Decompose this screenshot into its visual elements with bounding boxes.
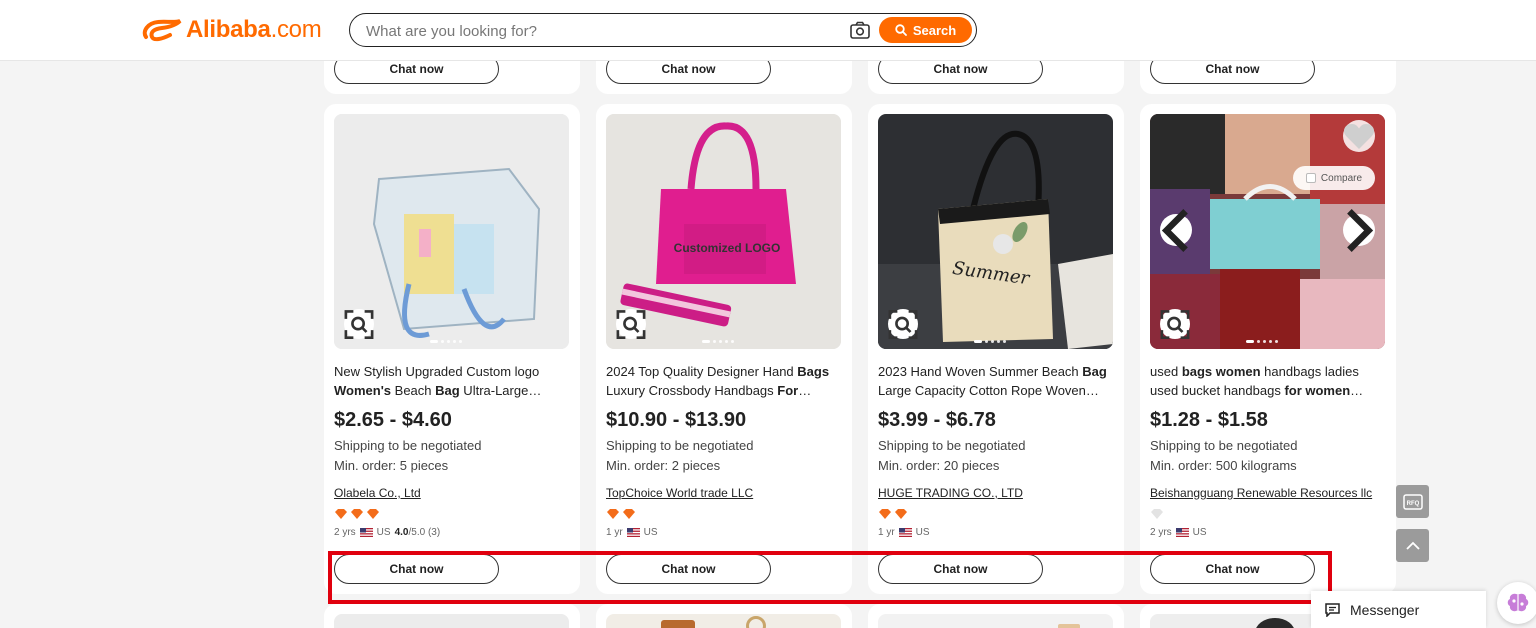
min-order: Min. order: 500 kilograms	[1150, 458, 1297, 473]
product-image[interactable]	[878, 614, 1113, 628]
search-bar: Search	[349, 13, 977, 47]
rating-value: 4.0	[394, 527, 409, 538]
supplier-country: US	[1192, 527, 1207, 538]
product-card-next[interactable]	[868, 604, 1124, 628]
product-image[interactable]: Customized LOGO	[606, 114, 841, 349]
product-image[interactable]	[606, 614, 841, 628]
brain-icon	[1507, 593, 1529, 612]
min-order: Min. order: 20 pieces	[878, 458, 1000, 473]
supplier-rating: 4.0/5.0 (3)	[395, 527, 441, 538]
chevron-up-icon	[1405, 541, 1420, 550]
product-card[interactable]: New Stylish Upgraded Custom logo Women's…	[324, 104, 580, 594]
rfq-label: RFQ	[1406, 501, 1419, 507]
supplier-meta: 1 yr US	[606, 527, 658, 538]
highlight-box	[328, 551, 1332, 604]
message-icon	[1325, 602, 1340, 617]
image-search-icon[interactable]	[616, 309, 646, 339]
us-flag-icon	[898, 528, 912, 537]
product-title[interactable]: 2024 Top Quality Designer Hand Bags Luxu…	[606, 362, 841, 400]
product-price: $1.28 - $1.58	[1150, 409, 1268, 431]
diamond-icon	[895, 509, 907, 519]
product-title[interactable]: used bags women handbags ladies used buc…	[1150, 362, 1385, 400]
supplier-diamonds	[334, 508, 380, 520]
diamond-icon	[623, 509, 635, 519]
search-button-label: Search	[912, 22, 957, 38]
shipping-info: Shipping to be negotiated	[1150, 438, 1298, 453]
supplier-meta: 2 yrs US 4.0/5.0 (3)	[334, 527, 440, 538]
header: Alibaba.com Search	[0, 0, 1536, 61]
supplier-link[interactable]: Beishangguang Renewable Resources llc	[1150, 486, 1372, 500]
diamond-outline-icon	[1151, 509, 1163, 519]
supplier-diamonds	[606, 508, 636, 520]
product-image[interactable]	[334, 114, 569, 349]
image-search-icon[interactable]	[344, 309, 374, 339]
rfq-icon: RFQ	[1402, 493, 1423, 510]
back-to-top-button[interactable]	[1396, 529, 1429, 562]
product-card-next[interactable]	[596, 604, 852, 628]
ai-assistant-button[interactable]	[1497, 582, 1536, 624]
diamond-icon	[879, 509, 891, 519]
rfq-button[interactable]: RFQ	[1396, 485, 1429, 518]
supplier-diamonds	[1150, 508, 1164, 520]
product-title[interactable]: New Stylish Upgraded Custom logo Women's…	[334, 362, 569, 400]
product-image[interactable]: Summer	[878, 114, 1113, 349]
supplier-country: US	[376, 527, 391, 538]
logo-text: Alibaba	[186, 16, 271, 43]
product-title[interactable]: 2023 Hand Woven Summer Beach Bag Large C…	[878, 362, 1113, 400]
carousel-dots	[702, 340, 734, 343]
diamond-icon	[351, 509, 363, 519]
us-flag-icon	[359, 528, 373, 537]
search-input[interactable]	[366, 20, 836, 42]
messenger-button[interactable]: Messenger	[1311, 591, 1486, 628]
supplier-meta: 2 yrs US	[1150, 527, 1207, 538]
supplier-years: 2 yrs	[1150, 527, 1172, 538]
image-search-icon[interactable]	[888, 309, 918, 339]
supplier-years: 1 yr	[878, 527, 895, 538]
us-flag-icon	[1175, 528, 1189, 537]
image-search-icon[interactable]	[1160, 309, 1190, 339]
supplier-link[interactable]: HUGE TRADING CO., LTD	[878, 486, 1023, 500]
image-text-customized: Customized LOGO	[674, 241, 781, 255]
supplier-meta: 1 yr US	[878, 527, 930, 538]
search-button[interactable]: Search	[879, 17, 972, 43]
carousel-dots	[1246, 340, 1278, 343]
logo-suffix: .com	[270, 16, 322, 43]
product-card-next[interactable]	[324, 604, 580, 628]
min-order: Min. order: 5 pieces	[334, 458, 449, 473]
product-price: $10.90 - $13.90	[606, 409, 747, 431]
product-price: $3.99 - $6.78	[878, 409, 996, 431]
diamond-icon	[367, 509, 379, 519]
carousel-dots	[430, 340, 462, 343]
camera-icon[interactable]	[850, 21, 870, 39]
shipping-info: Shipping to be negotiated	[334, 438, 482, 453]
min-order: Min. order: 2 pieces	[606, 458, 721, 473]
alibaba-logo[interactable]: Alibaba.com	[140, 14, 322, 46]
product-card[interactable]: Summer 2023 Hand Woven Summer Beach Bag …	[868, 104, 1124, 594]
supplier-country: US	[643, 527, 658, 538]
shipping-info: Shipping to be negotiated	[878, 438, 1026, 453]
supplier-link[interactable]: TopChoice World trade LLC	[606, 486, 753, 500]
supplier-years: 1 yr	[606, 527, 623, 538]
carousel-next-arrow-icon[interactable]	[1343, 208, 1375, 252]
search-icon	[895, 24, 907, 36]
rating-suffix: /5.0 (3)	[408, 527, 441, 538]
diamond-icon	[335, 509, 347, 519]
product-card[interactable]: Customized LOGO 2024 Top Quality Designe…	[596, 104, 852, 594]
supplier-diamonds	[878, 508, 908, 520]
product-image[interactable]	[334, 614, 569, 628]
supplier-years: 2 yrs	[334, 527, 356, 538]
product-image[interactable]: Compare	[1150, 114, 1385, 349]
messenger-label: Messenger	[1350, 601, 1420, 618]
checkbox-icon	[1305, 173, 1316, 183]
carousel-dots	[974, 340, 1006, 343]
supplier-country: US	[915, 527, 930, 538]
shipping-info: Shipping to be negotiated	[606, 438, 754, 453]
us-flag-icon	[626, 528, 640, 537]
supplier-link[interactable]: Olabela Co., Ltd	[334, 486, 421, 500]
diamond-icon	[607, 509, 619, 519]
product-price: $2.65 - $4.60	[334, 409, 452, 431]
alibaba-logo-icon	[142, 19, 182, 42]
product-card[interactable]: Compare used bags women handbags ladies …	[1140, 104, 1396, 594]
